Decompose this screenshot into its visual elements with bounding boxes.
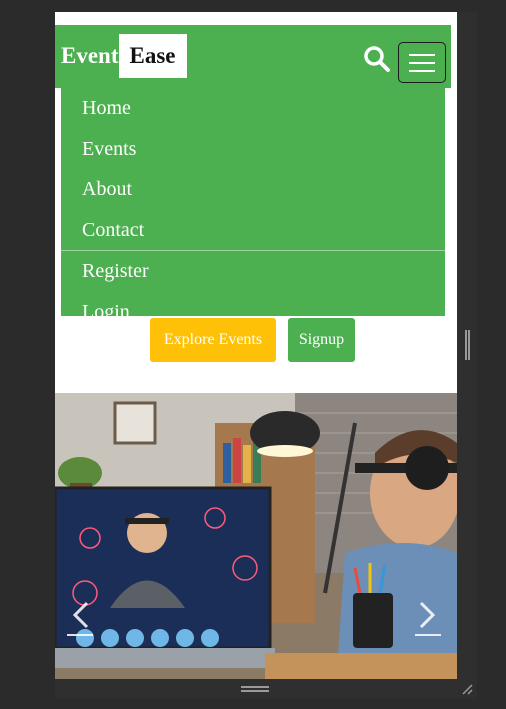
- device-viewport: Event Ease Home Events About Contact Reg…: [55, 12, 457, 698]
- signup-button[interactable]: Signup: [288, 318, 355, 362]
- nav-item-home[interactable]: Home: [61, 88, 445, 129]
- nav-item-contact[interactable]: Contact: [61, 210, 445, 251]
- resize-handle-right[interactable]: [457, 12, 477, 698]
- search-icon[interactable]: [363, 45, 391, 73]
- brand-part-ease: Ease: [118, 34, 187, 78]
- hamburger-line: [409, 69, 435, 72]
- nav-item-about[interactable]: About: [61, 169, 445, 210]
- navbar: Event Ease: [55, 25, 451, 88]
- hamburger-menu-icon: [409, 53, 435, 56]
- hamburger-line: [409, 61, 435, 64]
- nav-item-register[interactable]: Register: [61, 251, 445, 292]
- brand-part-event: Event: [61, 43, 119, 68]
- brand-logo[interactable]: Event Ease: [61, 27, 187, 85]
- resize-grip-horizontal: [241, 686, 269, 692]
- nav-dropdown-menu: Home Events About Contact Register Login: [61, 88, 445, 323]
- resize-handle-bottom[interactable]: [55, 679, 477, 699]
- hero-image: [55, 393, 457, 698]
- explore-events-button[interactable]: Explore Events: [150, 318, 276, 362]
- resize-corner-icon[interactable]: [461, 683, 473, 695]
- hamburger-menu-button[interactable]: [398, 42, 446, 83]
- resize-grip-vertical: [465, 330, 470, 360]
- nav-item-events[interactable]: Events: [61, 129, 445, 170]
